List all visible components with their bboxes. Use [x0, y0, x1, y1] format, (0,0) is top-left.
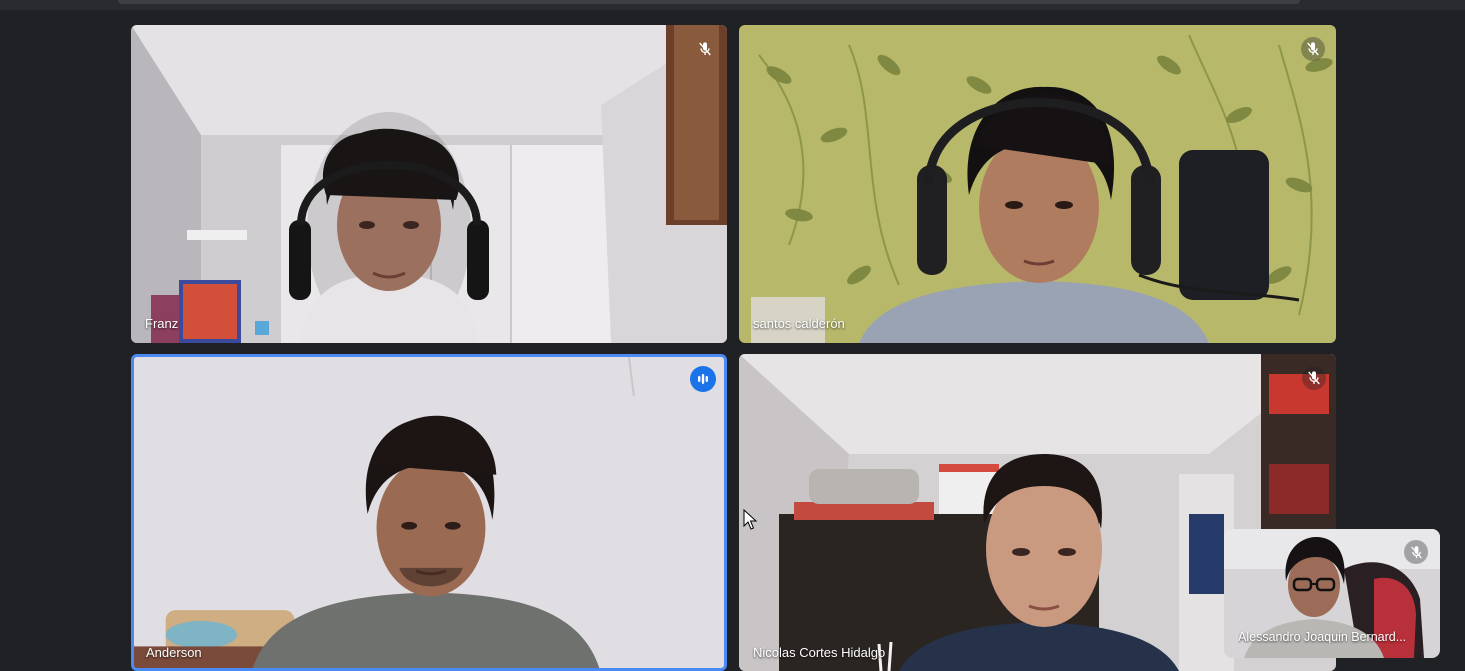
mic-off-icon — [1302, 366, 1326, 390]
mic-off-icon — [693, 37, 717, 61]
meeting-stage: Franz santos calderón Anderson Nicolas C… — [0, 0, 1465, 671]
participant-name-label: Nicolas Cortes Hidalgo — [753, 645, 886, 660]
self-view-tile[interactable]: Alessandro Joaquin Bernard... — [1224, 529, 1440, 658]
participant-name-label: Franz — [145, 316, 179, 331]
participant-tile-franz[interactable]: Franz — [131, 25, 727, 343]
participant-video-santos-calderon — [739, 25, 1336, 343]
audio-level-icon — [690, 366, 716, 392]
top-toolbar-strip — [0, 0, 1465, 10]
mic-off-icon — [1404, 540, 1428, 564]
self-view-name-label: Alessandro Joaquin Bernard... — [1238, 630, 1407, 644]
participant-name-label: santos calderón — [753, 316, 845, 331]
participant-name-label: Anderson — [146, 645, 202, 660]
mic-off-icon — [1301, 37, 1325, 61]
participant-video-anderson — [134, 357, 724, 668]
participant-tile-anderson[interactable]: Anderson — [131, 354, 727, 671]
mouse-pointer-icon — [743, 509, 758, 530]
top-toolbar-edge — [118, 0, 1300, 4]
participant-tile-santos-calderon[interactable]: santos calderón — [739, 25, 1336, 343]
participant-video-franz — [131, 25, 727, 343]
